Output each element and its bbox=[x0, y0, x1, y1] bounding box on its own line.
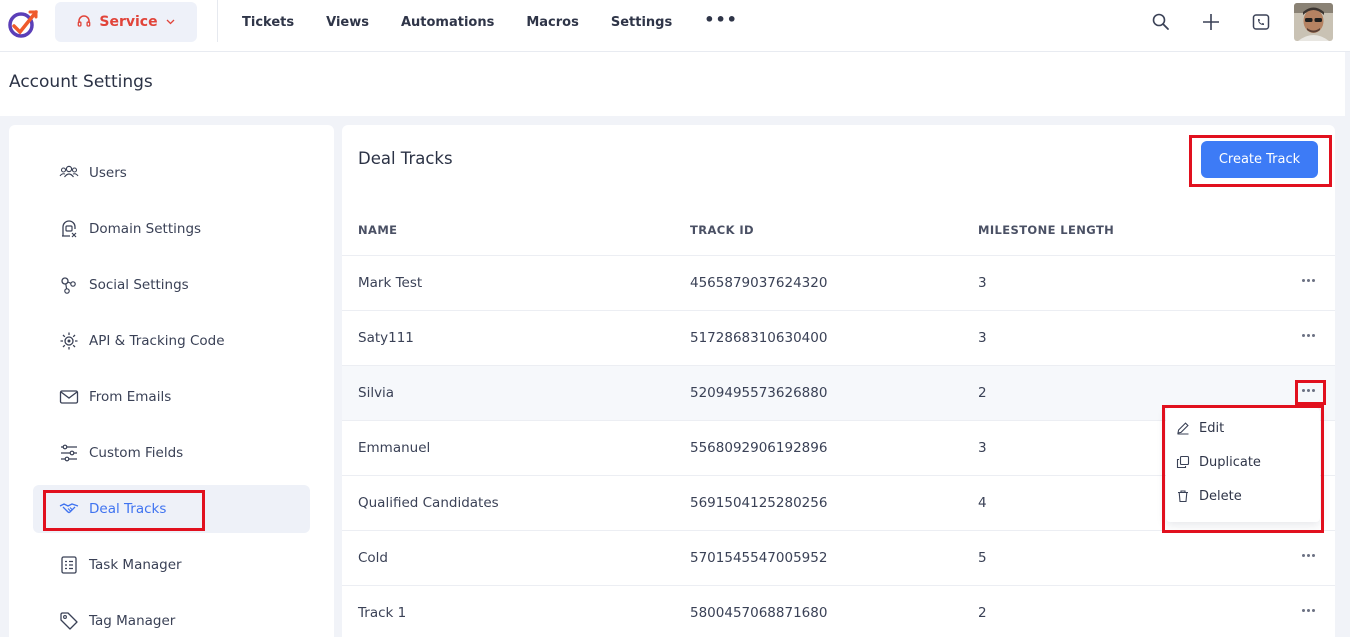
envelope-icon bbox=[59, 390, 79, 404]
cell-milestone-length: 3 bbox=[978, 440, 987, 456]
column-header-milestone-length[interactable]: MILESTONE LENGTH bbox=[978, 223, 1114, 237]
cell-track-id: 5701545547005952 bbox=[690, 550, 828, 566]
avatar[interactable] bbox=[1294, 3, 1333, 41]
sliders-icon bbox=[61, 444, 77, 462]
sidebar-item-label: Social Settings bbox=[89, 277, 189, 293]
sidebar-item-label: Domain Settings bbox=[89, 221, 202, 237]
cell-name: Emmanuel bbox=[358, 440, 431, 456]
service-switcher[interactable]: Service bbox=[55, 2, 197, 42]
app-logo-icon[interactable] bbox=[8, 8, 40, 38]
cell-milestone-length: 3 bbox=[978, 275, 987, 291]
sidebar-item-label: Custom Fields bbox=[89, 445, 184, 461]
cell-milestone-length: 5 bbox=[978, 550, 987, 566]
headset-icon bbox=[78, 15, 91, 27]
highlight-actions-menu bbox=[1162, 405, 1324, 533]
sidebar-item-label: Users bbox=[89, 165, 127, 181]
divider bbox=[217, 0, 218, 42]
cell-track-id: 5691504125280256 bbox=[690, 495, 828, 511]
column-header-track-id[interactable]: TRACK ID bbox=[690, 223, 754, 237]
row-actions-button[interactable] bbox=[1302, 548, 1318, 562]
nav-views[interactable]: Views bbox=[326, 15, 369, 30]
sidebar-item-custom-fields[interactable]: Custom Fields bbox=[33, 429, 310, 477]
top-bar: Service Tickets Views Automations Macros… bbox=[0, 0, 1350, 52]
plus-icon[interactable] bbox=[1201, 12, 1221, 32]
row-actions-button[interactable] bbox=[1302, 273, 1318, 287]
table-row[interactable]: Saty111 5172868310630400 3 bbox=[342, 310, 1335, 365]
page-title: Account Settings bbox=[9, 72, 153, 92]
main-nav: Tickets Views Automations Macros Setting… bbox=[242, 0, 738, 44]
cell-milestone-length: 3 bbox=[978, 330, 987, 346]
cell-milestone-length: 2 bbox=[978, 385, 987, 401]
sidebar-item-from-emails[interactable]: From Emails bbox=[33, 373, 310, 421]
checklist-icon bbox=[61, 556, 77, 574]
users-icon bbox=[59, 165, 79, 178]
highlight-create-track bbox=[1189, 135, 1332, 187]
sidebar-item-users[interactable]: Users bbox=[33, 149, 310, 197]
cell-track-id: 5172868310630400 bbox=[690, 330, 828, 346]
sidebar-item-label: Task Manager bbox=[89, 557, 182, 573]
sidebar-item-domain-settings[interactable]: Domain Settings bbox=[33, 205, 310, 253]
nav-settings[interactable]: Settings bbox=[611, 15, 672, 30]
table-row[interactable]: Cold 5701545547005952 5 bbox=[342, 530, 1335, 585]
cell-name: Saty111 bbox=[358, 330, 414, 346]
cell-track-id: 4565879037624320 bbox=[690, 275, 828, 291]
cell-name: Qualified Candidates bbox=[358, 495, 499, 511]
nav-automations[interactable]: Automations bbox=[401, 15, 494, 30]
table-row[interactable]: Mark Test 4565879037624320 3 bbox=[342, 255, 1335, 310]
sidebar-item-label: Tag Manager bbox=[89, 613, 176, 629]
nav-tickets[interactable]: Tickets bbox=[242, 15, 294, 30]
settings-sidebar: Users Domain Settings Social Settings AP… bbox=[9, 125, 334, 637]
cell-name: Mark Test bbox=[358, 275, 423, 291]
cell-milestone-length: 2 bbox=[978, 605, 987, 621]
chevron-down-icon bbox=[166, 19, 175, 25]
sidebar-item-label: API & Tracking Code bbox=[89, 333, 225, 349]
table-row[interactable]: Track 1 5800457068871680 2 bbox=[342, 585, 1335, 637]
cell-name: Track 1 bbox=[358, 605, 407, 621]
nav-macros[interactable]: Macros bbox=[526, 15, 579, 30]
highlight-row-actions bbox=[1295, 380, 1326, 405]
cell-name: Cold bbox=[358, 550, 389, 566]
cell-name: Silvia bbox=[358, 385, 395, 401]
deal-tracks-panel: Deal Tracks Create Track NAME TRACK ID M… bbox=[342, 125, 1335, 637]
sidebar-item-task-manager[interactable]: Task Manager bbox=[33, 541, 310, 589]
domain-settings-icon bbox=[62, 220, 77, 238]
column-header-name[interactable]: NAME bbox=[358, 223, 397, 237]
cell-track-id: 5209495573626880 bbox=[690, 385, 828, 401]
panel-title: Deal Tracks bbox=[358, 149, 453, 168]
sidebar-item-social-settings[interactable]: Social Settings bbox=[33, 261, 310, 309]
highlight-deal-tracks bbox=[43, 490, 205, 531]
sidebar-item-api-tracking[interactable]: API & Tracking Code bbox=[33, 317, 310, 365]
cell-milestone-length: 4 bbox=[978, 495, 987, 511]
service-label: Service bbox=[99, 14, 158, 30]
page-heading-band bbox=[0, 52, 1345, 116]
sidebar-item-label: From Emails bbox=[89, 389, 172, 405]
phone-dialer-icon[interactable] bbox=[1251, 12, 1271, 32]
cell-track-id: 5800457068871680 bbox=[690, 605, 828, 621]
api-gear-icon bbox=[60, 332, 78, 350]
share-icon bbox=[61, 277, 76, 294]
row-actions-button[interactable] bbox=[1302, 603, 1318, 617]
sidebar-item-tag-manager[interactable]: Tag Manager bbox=[33, 597, 310, 637]
row-actions-button[interactable] bbox=[1302, 328, 1318, 342]
cell-track-id: 5568092906192896 bbox=[690, 440, 828, 456]
search-icon[interactable] bbox=[1151, 12, 1171, 32]
tag-icon bbox=[60, 612, 78, 630]
nav-more-button[interactable]: ••• bbox=[704, 10, 738, 29]
